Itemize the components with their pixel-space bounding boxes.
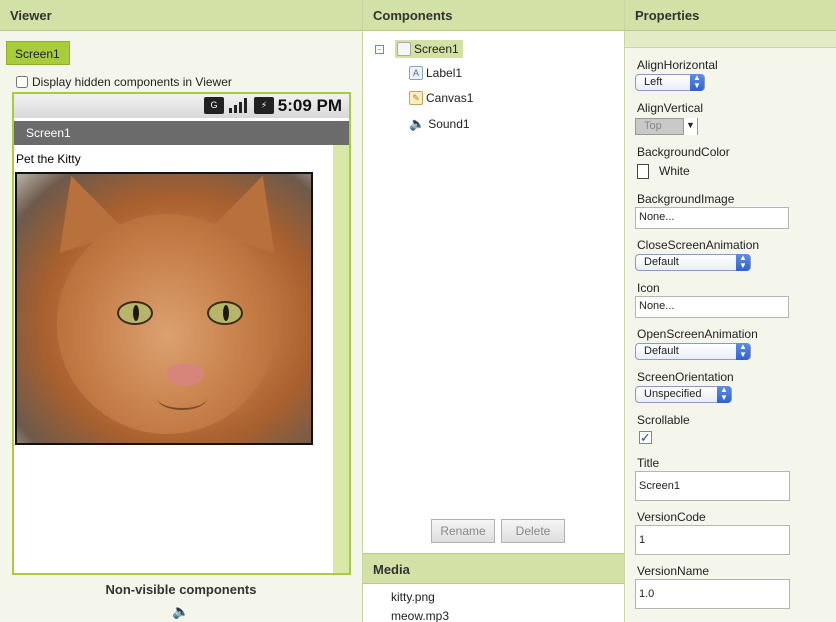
collapse-icon[interactable]: − [375, 44, 384, 54]
viewer-panel: Viewer Screen1 Display hidden components… [0, 0, 362, 622]
screen-icon [397, 42, 411, 56]
title-input[interactable]: Screen1 [635, 471, 790, 501]
label1-component[interactable]: Pet the Kitty [16, 152, 81, 166]
components-panel: Components − Screen1 A Label1 ✎ Canvas1 … [362, 0, 624, 622]
status-time: 5:09 PM [277, 96, 342, 115]
prop-label-alignhorizontal: AlignHorizontal [637, 58, 718, 72]
media-list: kitty.png meow.mp3 [391, 590, 449, 622]
prop-label-backgroundcolor: BackgroundColor [637, 145, 730, 159]
prop-label-openscreenanimation: OpenScreenAnimation [637, 327, 758, 341]
tree-item-screen1[interactable]: − Screen1 [375, 40, 463, 58]
canvas-icon: ✎ [409, 91, 423, 105]
openscreenanimation-select[interactable]: Default ▲ ▼ [635, 343, 751, 360]
phone-scrollbar[interactable] [333, 145, 349, 573]
versioncode-input[interactable]: 1 [635, 525, 790, 555]
label-icon: A [409, 66, 423, 80]
prop-label-versioncode: VersionCode [637, 510, 706, 524]
prop-label-scrollable: Scrollable [637, 413, 690, 427]
nonvisible-components-label: Non-visible components [105, 582, 257, 597]
screen-selector-button[interactable]: Screen1 [6, 41, 70, 65]
speaker-icon: 🔈 [172, 603, 190, 619]
prop-label-closescreenanimation: CloseScreenAnimation [637, 238, 760, 252]
tree-item-label: Label1 [426, 66, 463, 80]
properties-header: Properties [625, 0, 836, 31]
select-arrows-icon: ▲ ▼ [690, 74, 704, 91]
media-header: Media [363, 553, 624, 584]
phone-preview: G ⚡ 5:09 PM Screen1 Pet the Kitty [12, 92, 351, 575]
backgroundcolor-value[interactable]: White [659, 164, 690, 178]
backgroundimage-picker[interactable]: None... [635, 207, 789, 229]
rename-button[interactable]: Rename [431, 519, 495, 543]
screen-title-bar: Screen1 [14, 121, 349, 145]
versionname-input[interactable]: 1.0 [635, 579, 790, 609]
battery-icon: ⚡ [254, 97, 274, 114]
alignhorizontal-select[interactable]: Left ▲ ▼ [635, 74, 705, 91]
status-bar: G ⚡ 5:09 PM [14, 94, 349, 118]
prop-label-backgroundimage: BackgroundImage [637, 192, 735, 206]
color-swatch[interactable] [637, 164, 649, 179]
icon-picker[interactable]: None... [635, 296, 789, 318]
sound-icon: 🔈 [409, 116, 426, 131]
components-header: Components [363, 0, 624, 31]
tree-item-label1[interactable]: A Label1 [409, 66, 462, 80]
tree-item-sound1[interactable]: 🔈 Sound1 [409, 116, 470, 132]
select-arrows-icon: ▲ ▼ [736, 343, 750, 360]
tree-item-canvas1[interactable]: ✎ Canvas1 [409, 91, 473, 105]
screenorientation-select[interactable]: Unspecified ▲ ▼ [635, 386, 732, 403]
display-hidden-toggle[interactable]: Display hidden components in Viewer [16, 75, 232, 89]
canvas1-component[interactable] [15, 172, 313, 445]
tree-item-label: Canvas1 [426, 91, 474, 105]
display-hidden-label: Display hidden components in Viewer [32, 75, 232, 89]
tree-item-label: Screen1 [414, 42, 459, 56]
alignvertical-select: Top ▼ [635, 118, 698, 135]
cat-picture [17, 174, 311, 443]
signal-g-icon: G [204, 97, 224, 114]
properties-panel: Properties AlignHorizontal Left ▲ ▼ Align… [624, 0, 836, 622]
select-arrows-icon: ▲ ▼ [736, 254, 750, 271]
media-file[interactable]: meow.mp3 [391, 609, 449, 622]
prop-label-icon: Icon [637, 281, 660, 295]
scrollable-checkbox[interactable]: ✓ [639, 431, 652, 444]
signal-bars-icon [228, 97, 248, 114]
prop-label-title: Title [637, 456, 660, 470]
viewer-header: Viewer [0, 0, 362, 31]
tree-item-label: Sound1 [428, 117, 470, 131]
select-arrows-icon: ▲ ▼ [717, 386, 731, 403]
dropdown-arrow-icon: ▼ [683, 118, 697, 135]
closescreenanimation-select[interactable]: Default ▲ ▼ [635, 254, 751, 271]
prop-label-alignvertical: AlignVertical [637, 101, 704, 115]
prop-label-versionname: VersionName [637, 564, 710, 578]
prop-label-screenorientation: ScreenOrientation [637, 370, 734, 384]
delete-button[interactable]: Delete [501, 519, 565, 543]
media-file[interactable]: kitty.png [391, 590, 449, 609]
display-hidden-checkbox[interactable] [16, 76, 28, 88]
